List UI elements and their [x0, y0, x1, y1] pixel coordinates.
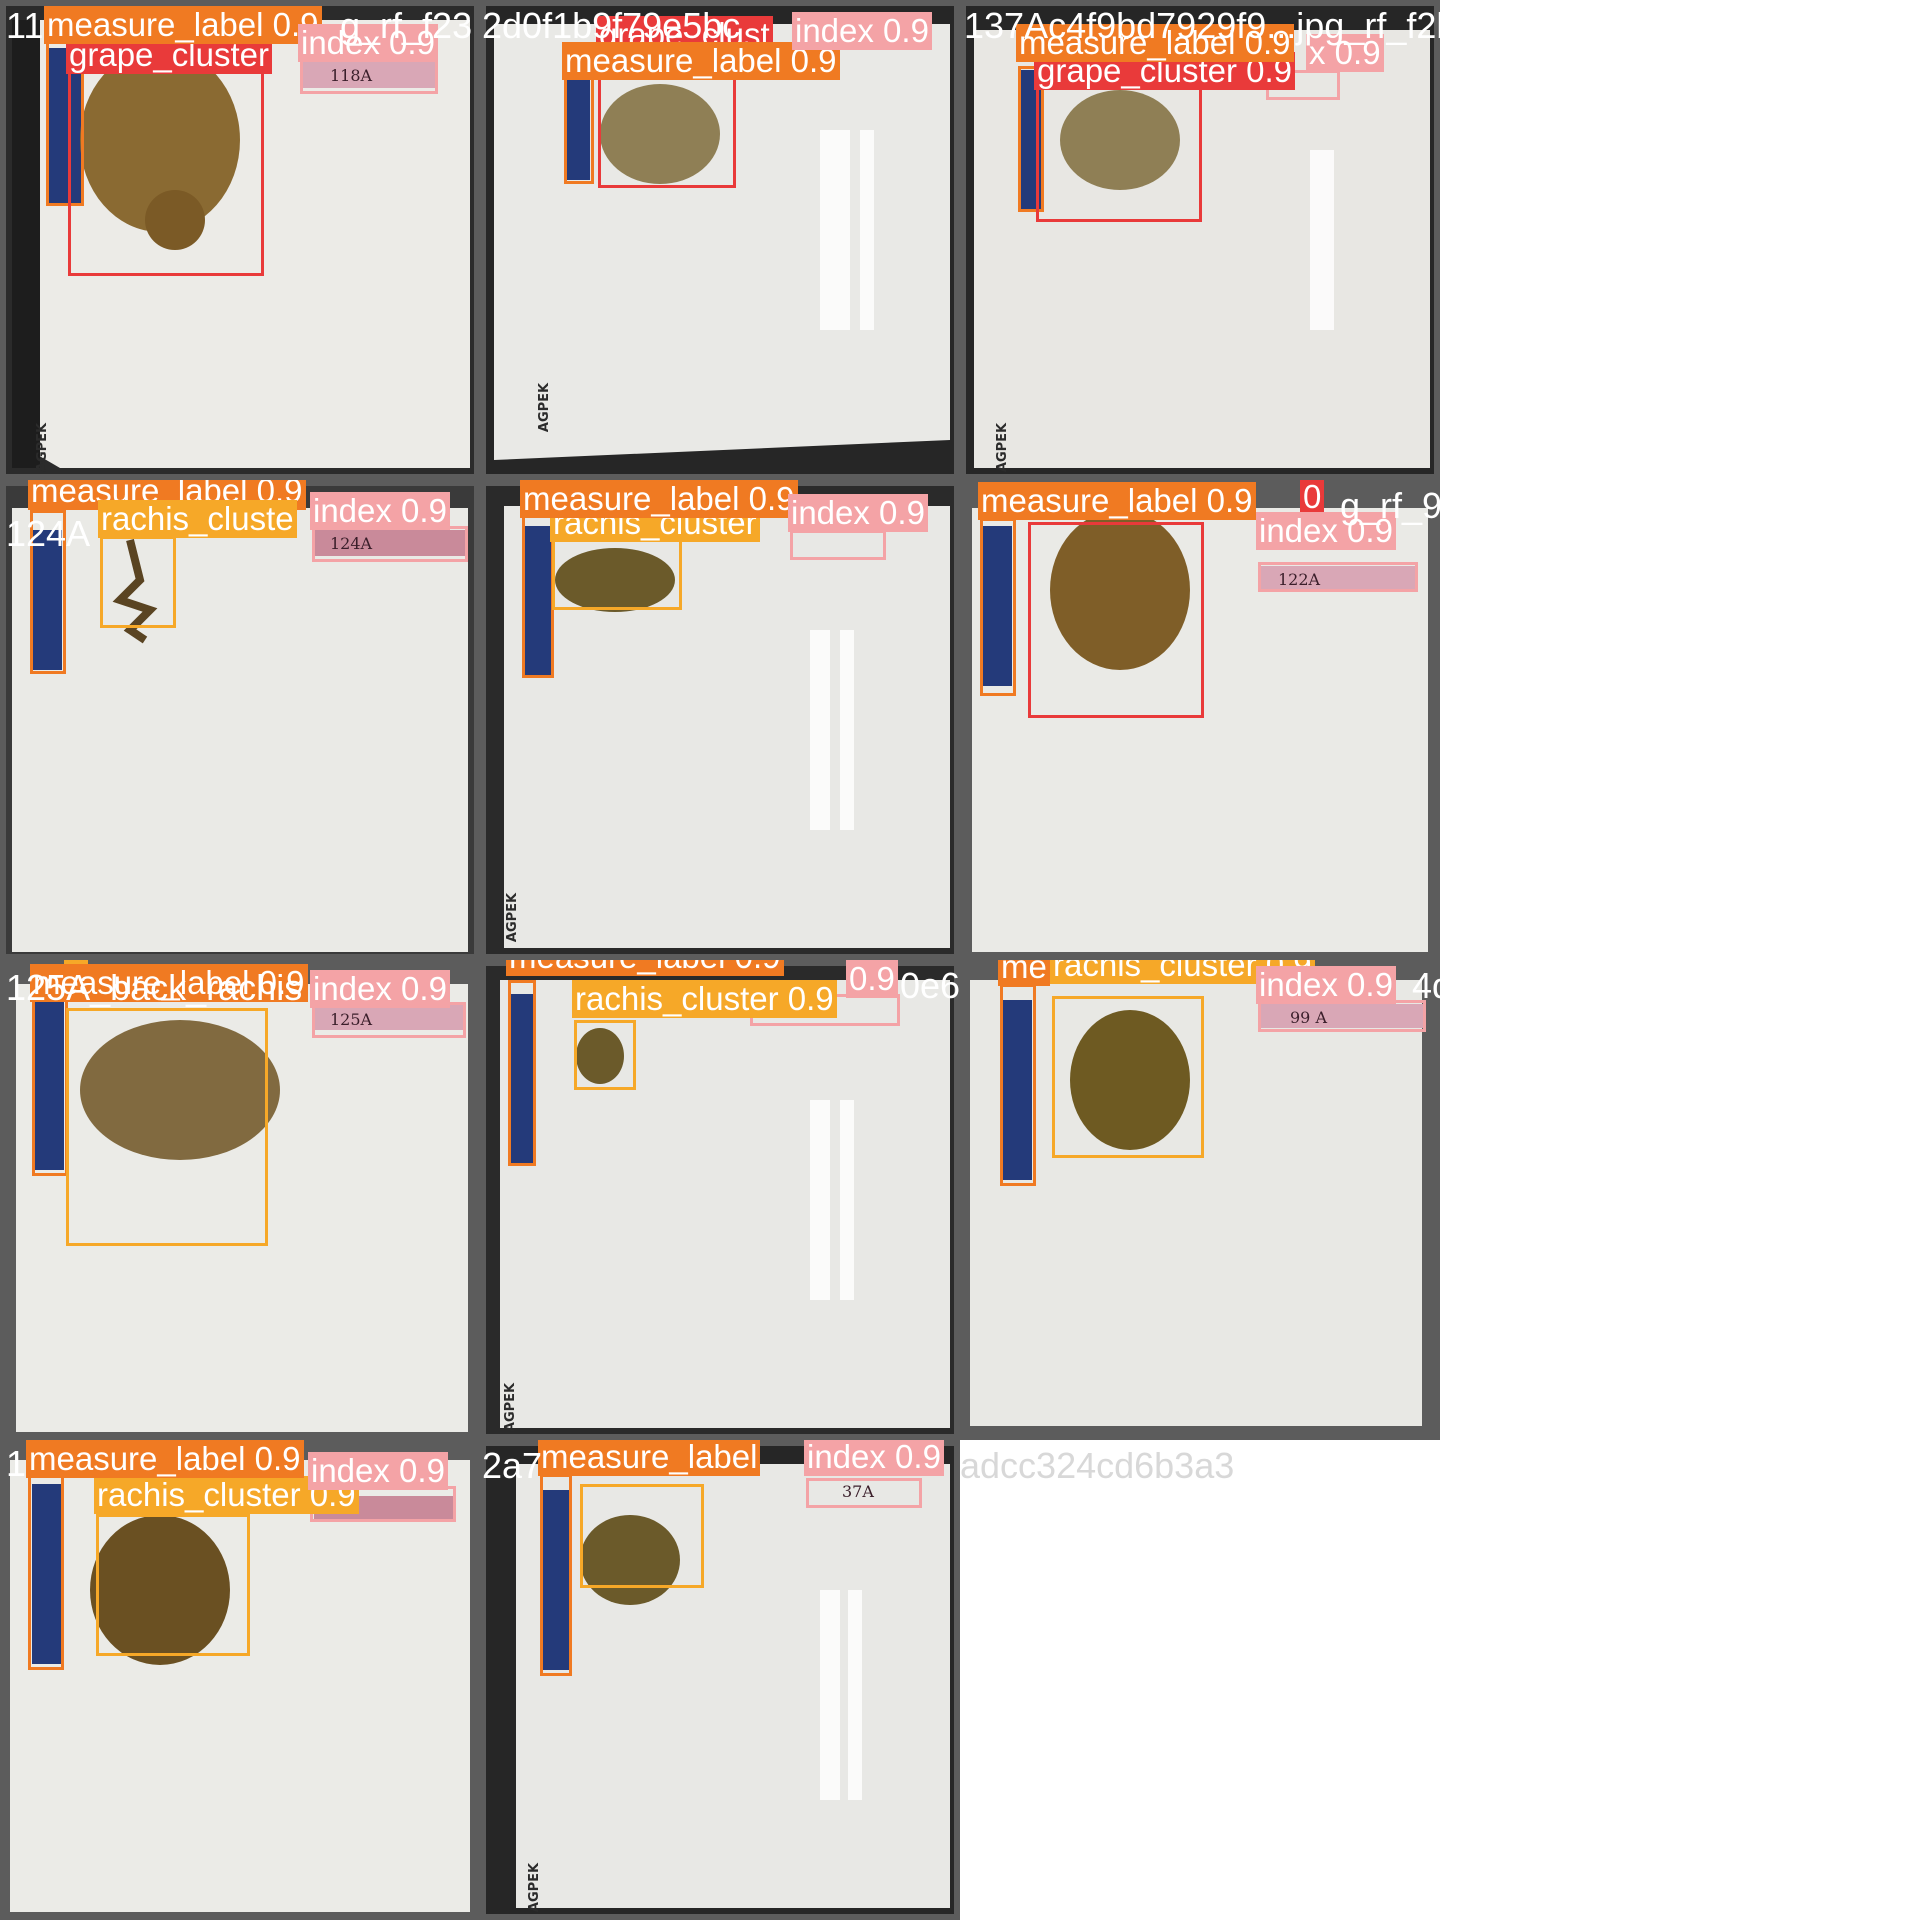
- index-tag-text: 124A: [330, 534, 373, 553]
- index-label: index 0.9: [310, 492, 450, 530]
- index-tag-text: 99 A: [1290, 1008, 1327, 1027]
- measure-label-label: me: [998, 960, 1050, 986]
- mosaic-tile-7: 9 measure_label 0.9 index 0.9 125A_back_…: [0, 960, 480, 1440]
- mosaic-tile-5: rachis_cluster measure_label 0.9 index 0…: [480, 480, 960, 960]
- index-tag-text: 37A: [842, 1482, 874, 1501]
- rachis-cluster-label: rachis_cluster 0.9: [572, 980, 837, 1018]
- index-label: index 0.9: [308, 1452, 448, 1490]
- mosaic-tile-2: grape_clust measure_label 0.9 index 0.9 …: [480, 0, 960, 480]
- measure-label-label: measure_label 0.9: [520, 480, 798, 518]
- board-brand-text: AGPEK: [995, 422, 1011, 473]
- measure-label-label: measure_label: [538, 1440, 761, 1476]
- measure-label-label: measure_label 0.9: [26, 1440, 304, 1478]
- index-tag-text: 118A: [330, 66, 373, 85]
- index-box: [790, 530, 886, 560]
- measure-label-box: [32, 980, 68, 1176]
- mosaic-tile-9: me rachis_cluster 0.9 index 0.9 4d414dbc…: [960, 960, 1440, 1440]
- filename-tail: adcc324cd6b3a3: [960, 1445, 1235, 1486]
- measure-label-label: measure_label 0.9: [44, 6, 322, 44]
- rachis-cluster-box: [1052, 996, 1204, 1158]
- rachis-cluster-box: [100, 536, 176, 628]
- mosaic-tile-8: measure_label 0.9 0.9 rachis_cluster 0.9…: [480, 960, 960, 1440]
- mosaic-tile-4: measure_label 0.9 rachis_cluste index 0.…: [0, 480, 480, 960]
- photo-backdrop: [480, 960, 960, 1440]
- grape-cluster-box: [68, 56, 264, 276]
- index-label: index 0.9: [804, 1440, 944, 1476]
- grape-cluster-box: [1028, 522, 1204, 718]
- measure-label-box: [1000, 984, 1036, 1186]
- measure-label-label: measure_label 0.9: [506, 960, 784, 976]
- measure-label-box: [540, 1474, 572, 1676]
- filename-tail: 125A_back_rachis: [6, 967, 303, 1008]
- measure-label-box: [980, 518, 1016, 696]
- filename-tail: 137Ac4f9bd7929f9...jpg_rf_f2bfa4dc6e7f0a…: [964, 5, 1440, 46]
- filename-tail: g_rf_9927681ba4d7045eb: [1340, 485, 1440, 526]
- measure-label-label: measure_label 0.9: [978, 482, 1256, 520]
- index-label: 0.9: [846, 960, 898, 998]
- filename: 11: [6, 5, 44, 46]
- filename-tail: g_rf_f23: [340, 5, 473, 46]
- filename-tail: 0e6: [900, 965, 960, 1006]
- filename: 124A: [6, 513, 91, 554]
- index-label: index 0.9: [310, 970, 450, 1008]
- board-brand-text: AGPEK: [503, 1382, 519, 1433]
- index-tag-text: 122A: [1278, 570, 1321, 589]
- index-label: index 0.9: [1256, 966, 1396, 1004]
- rachis-cluster-label: rachis_cluste: [98, 500, 297, 538]
- board-brand-text: AGPEK: [537, 382, 553, 433]
- mosaic-tile-11: measure_label index 0.9 2a7 37A AGPEK: [480, 1440, 960, 1920]
- index-box: [1258, 1000, 1426, 1032]
- filename: 1: [6, 1443, 27, 1484]
- rachis-cluster-box: [574, 1020, 636, 1090]
- index-tag-text: 125A: [330, 1010, 373, 1029]
- mosaic-tile-3: grape_cluster 0.9 measure_label 0.9 x 0.…: [960, 0, 1440, 480]
- mosaic-tile-1: grape_cluster measure_label 0.9 index 0.…: [0, 0, 480, 480]
- rachis-cluster-box: [552, 532, 682, 610]
- mosaic-tile-6: 0 measure_label 0.9 index 0.9 g_rf_99276…: [960, 480, 1440, 960]
- filename-tail: 2a7: [482, 1445, 543, 1486]
- rachis-cluster-box: [66, 1008, 268, 1246]
- board-brand-text: AGPEK: [505, 892, 521, 943]
- measure-label-box: [28, 1474, 64, 1670]
- filename-tail: 2d0f1b9f79e5bc: [482, 5, 741, 46]
- grape-cluster-box: [1036, 74, 1202, 222]
- index-label: index 0.9: [788, 494, 928, 532]
- mosaic-tile-10: rachis_cluster 0.9 measure_label 0.9 ind…: [0, 1440, 480, 1920]
- rachis-cluster-box: [96, 1514, 250, 1656]
- rachis-cluster-box: [580, 1484, 704, 1588]
- measure-label-box: [508, 980, 536, 1166]
- filename-tail: 4d414dbcf862b9: [1412, 965, 1440, 1006]
- index-label: index 0.9: [792, 12, 932, 50]
- grape-cluster-label: 0: [1300, 480, 1325, 516]
- board-brand-text: AGPEK: [527, 1862, 543, 1913]
- board-brand-text: AGPEK: [35, 422, 51, 473]
